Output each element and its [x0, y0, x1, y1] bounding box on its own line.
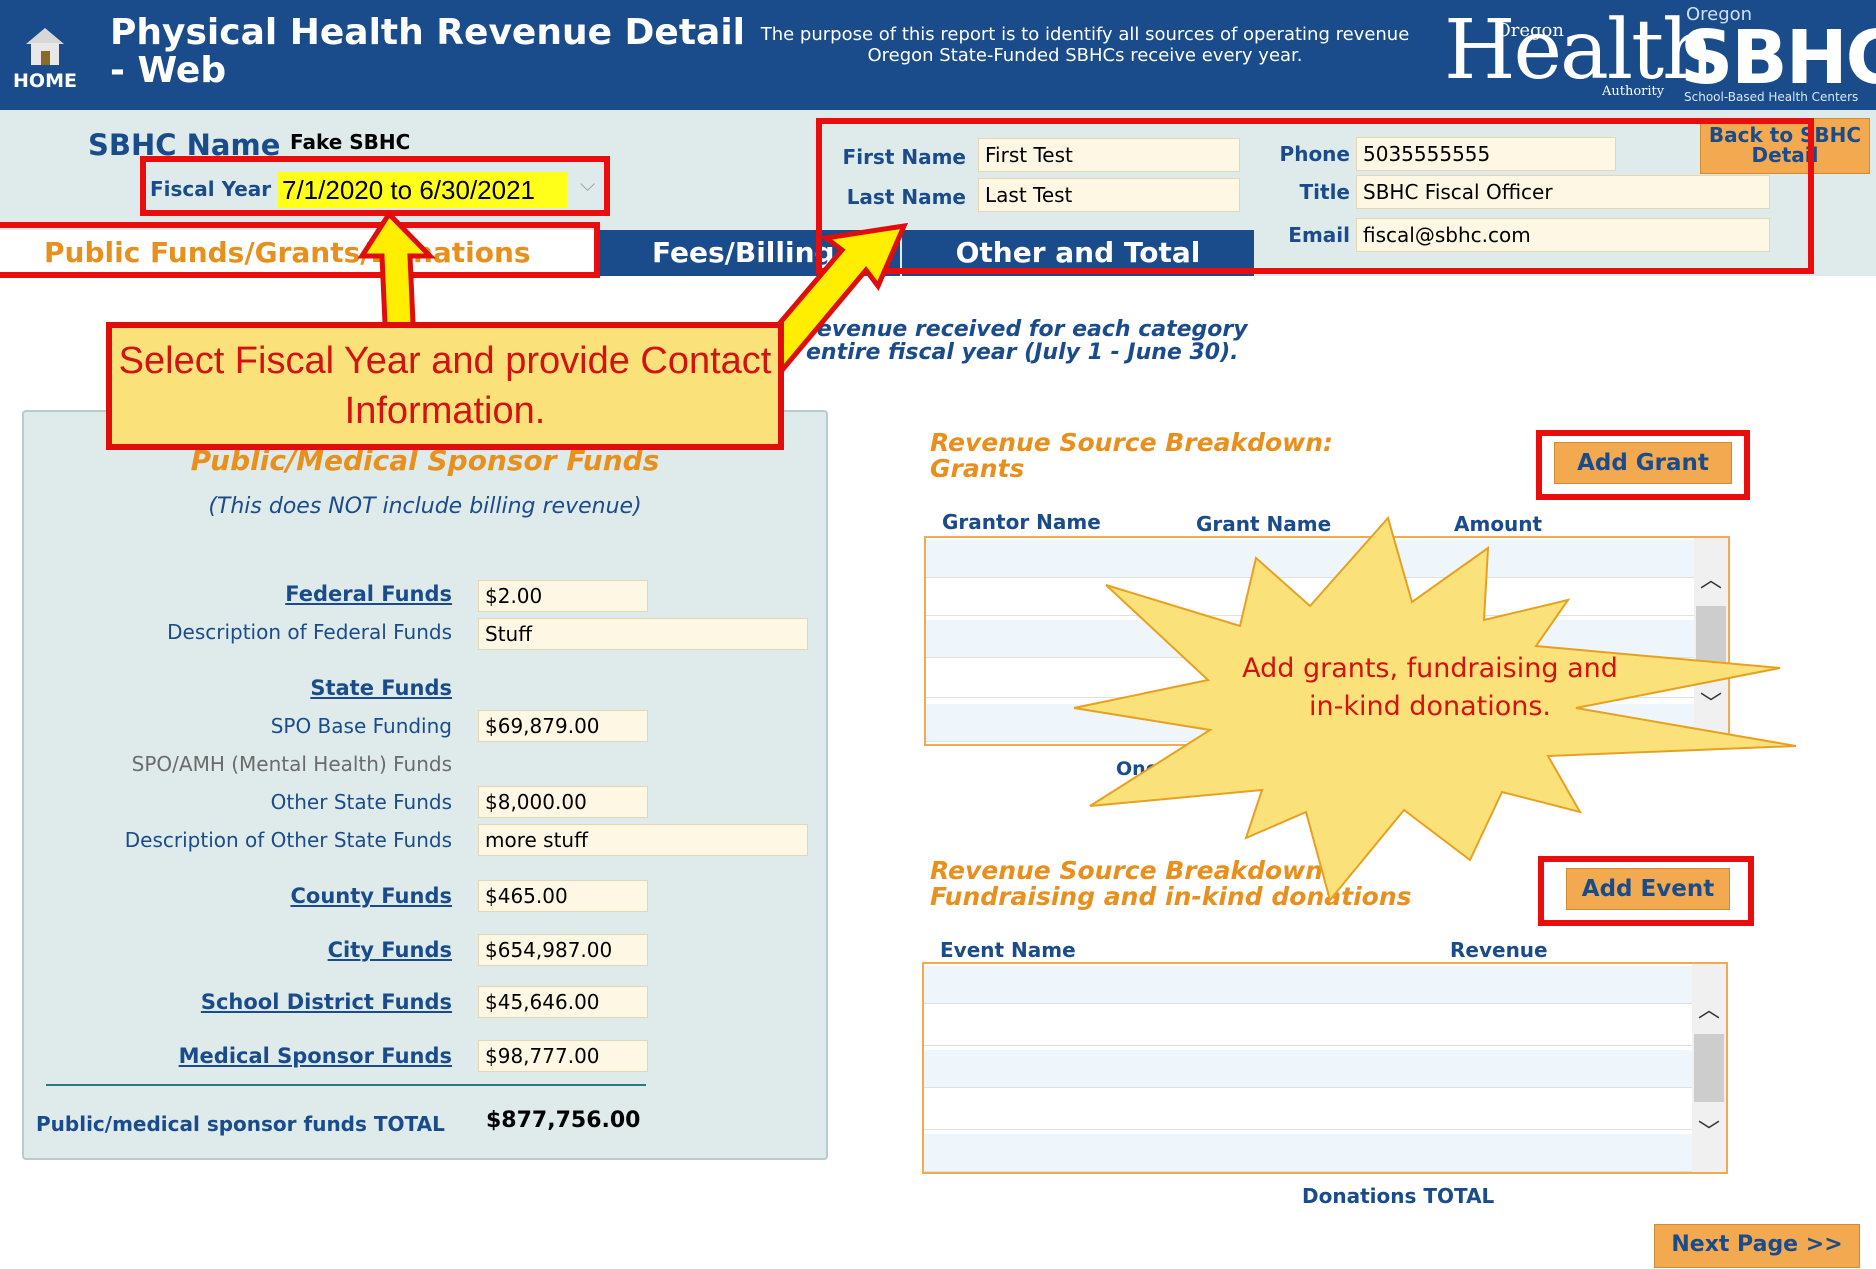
arrow-overlay [357, 210, 1797, 903]
annotation-callout: Select Fiscal Year and provide Contact I… [106, 322, 784, 450]
starburst-annotation: Add grants, fundraising and in-kind dona… [1242, 653, 1618, 722]
page-root: HOME Physical Health Revenue Detail - We… [0, 0, 1876, 1269]
